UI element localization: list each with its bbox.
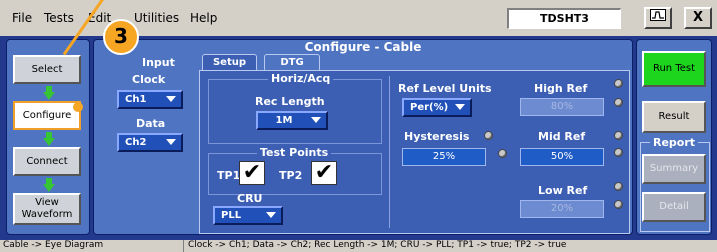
cru-value: PLL (221, 210, 242, 221)
scope-icon (650, 9, 666, 25)
knob-icon[interactable] (614, 131, 623, 140)
clock-value: Ch1 (125, 94, 147, 105)
data-value: Ch2 (125, 137, 147, 148)
status-left-text: Cable -> Eye Diagram (3, 240, 104, 250)
knob-icon[interactable] (614, 200, 623, 209)
cru-label: CRU (237, 192, 263, 205)
chevron-down-icon (166, 139, 176, 145)
restore-button[interactable] (644, 7, 672, 29)
cru-dropdown[interactable]: PLL (213, 206, 283, 225)
rec-length-dropdown[interactable]: 1M (256, 111, 328, 130)
menu-tests[interactable]: Tests (44, 11, 74, 25)
knob-icon[interactable] (498, 149, 507, 158)
knob-icon[interactable] (614, 79, 623, 88)
ref-level-units-value: Per(%) (410, 102, 449, 113)
tab-setup[interactable]: Setup (202, 54, 257, 71)
data-dropdown[interactable]: Ch2 (117, 133, 183, 152)
horiz-acq-title: Horiz/Acq (268, 72, 334, 85)
select-button[interactable]: Select (13, 55, 81, 84)
tp1-label: TP1 (217, 169, 241, 182)
chevron-down-icon (455, 104, 465, 110)
clock-label: Clock (132, 73, 166, 86)
close-button[interactable]: X (684, 7, 712, 29)
chevron-down-icon (266, 212, 276, 218)
menu-utilities[interactable]: Utilities (134, 11, 179, 25)
high-ref-field[interactable]: 80% (520, 98, 604, 116)
status-bar: Cable -> Eye Diagram Clock -> Ch1; Data … (0, 240, 717, 252)
menu-file[interactable]: File (12, 11, 32, 25)
knob-icon[interactable] (614, 148, 623, 157)
tab-dtg[interactable]: DTG (264, 54, 320, 71)
tp2-label: TP2 (279, 169, 303, 182)
view-waveform-button[interactable]: View Waveform (13, 193, 81, 225)
ref-level-units-dropdown[interactable]: Per(%) (402, 98, 472, 117)
ref-level-units-label: Ref Level Units (398, 82, 492, 95)
summary-button[interactable]: Summary (642, 154, 706, 184)
mid-ref-label: Mid Ref (538, 130, 586, 143)
callout-pointer-dot (73, 102, 83, 112)
step-callout-badge: 3 (103, 19, 139, 55)
column-divider (389, 76, 390, 228)
mid-ref-field[interactable]: 50% (520, 148, 604, 166)
test-points-title: Test Points (257, 146, 332, 159)
panel-title: Configure - Cable (304, 40, 422, 54)
data-label: Data (136, 117, 166, 130)
flow-arrow-icon (43, 138, 55, 146)
menu-help[interactable]: Help (190, 11, 217, 25)
knob-icon[interactable] (614, 98, 623, 107)
result-button[interactable]: Result (642, 101, 706, 133)
chevron-down-icon (311, 117, 321, 123)
detail-button[interactable]: Detail (642, 192, 706, 222)
flow-arrow-icon (43, 184, 55, 192)
low-ref-field[interactable]: 20% (520, 200, 604, 218)
input-label: Input (142, 56, 175, 69)
knob-icon[interactable] (614, 182, 623, 191)
flow-arrow-icon (43, 92, 55, 100)
rec-length-value: 1M (275, 115, 293, 126)
knob-icon[interactable] (484, 131, 493, 140)
app-title: TDSHT3 (507, 8, 621, 29)
clock-dropdown[interactable]: Ch1 (117, 90, 183, 109)
high-ref-label: High Ref (534, 82, 588, 95)
hysteresis-field[interactable]: 25% (402, 148, 486, 166)
low-ref-label: Low Ref (538, 184, 588, 197)
chevron-down-icon (166, 96, 176, 102)
hysteresis-label: Hysteresis (404, 130, 470, 143)
tp1-checkbox[interactable]: ✔ (239, 161, 265, 185)
configure-button[interactable]: Configure (13, 101, 81, 130)
rec-length-label: Rec Length (255, 95, 325, 108)
connect-button[interactable]: Connect (13, 147, 81, 176)
status-right-text: Clock -> Ch1; Data -> Ch2; Rec Length ->… (183, 240, 717, 252)
run-test-button[interactable]: Run Test (642, 51, 706, 87)
report-title: Report (650, 136, 699, 149)
tp2-checkbox[interactable]: ✔ (311, 161, 337, 185)
